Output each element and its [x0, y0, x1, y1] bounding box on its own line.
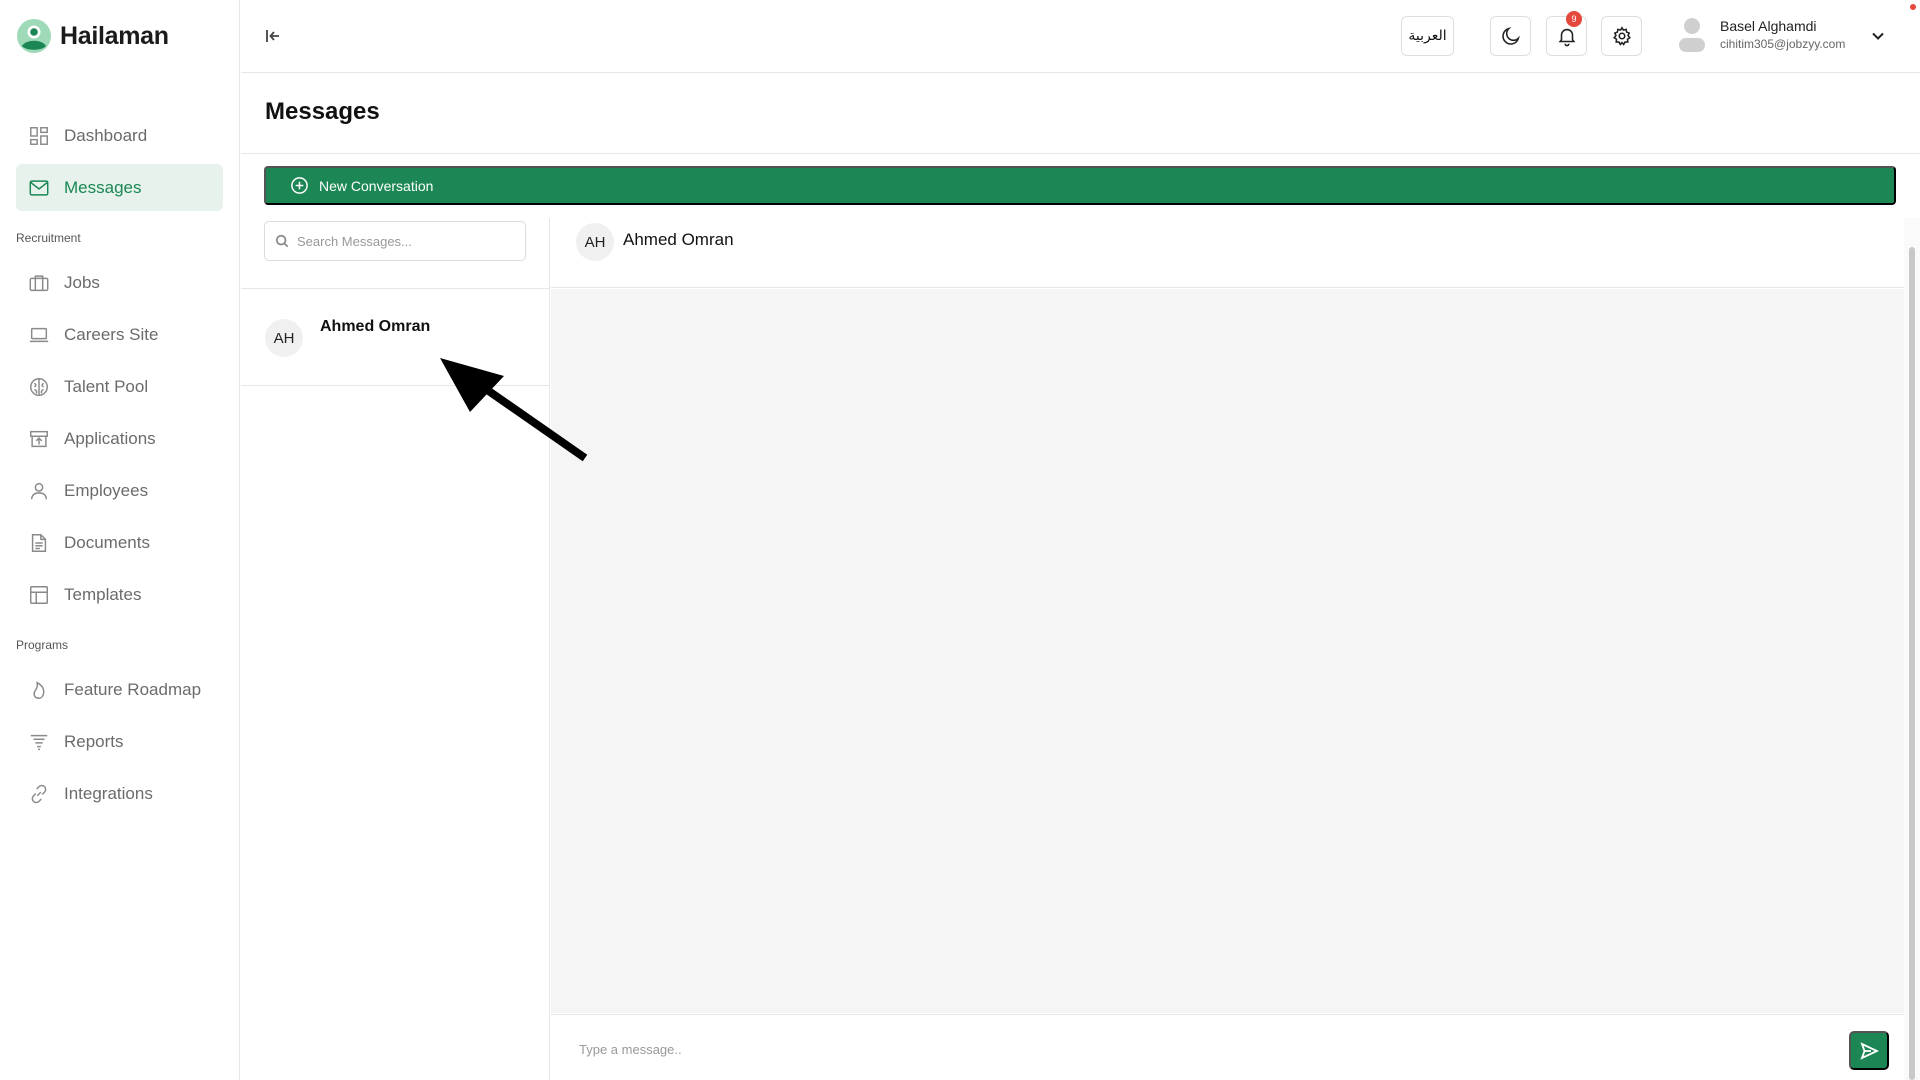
dashboard-icon [30, 126, 48, 145]
scrollbar-thumb[interactable] [1909, 247, 1915, 1080]
bell-icon [1558, 28, 1575, 47]
inbox-upload-icon [30, 430, 48, 447]
sidebar-item-label: Messages [64, 177, 142, 197]
sidebar-nav: Dashboard Messages Recruitment Jobs Care… [16, 112, 223, 822]
sidebar-item-documents[interactable]: Documents [16, 519, 223, 566]
avatar: AH [265, 319, 303, 357]
chevron-down-icon [1872, 32, 1884, 40]
collapse-left-icon [266, 30, 279, 42]
theme-toggle-button[interactable] [1490, 16, 1531, 56]
sidebar-item-integrations[interactable]: Integrations [16, 770, 223, 817]
sidebar: Hailaman Dashboard Messages Recruitment … [0, 0, 240, 1080]
user-info: Basel Alghamdi cihitim305@jobzyy.com [1720, 18, 1845, 51]
status-dot [1910, 4, 1916, 10]
filter-icon [30, 734, 48, 750]
sidebar-item-label: Documents [64, 532, 150, 552]
document-icon [31, 533, 47, 552]
brand[interactable]: Hailaman [16, 18, 169, 54]
moon-icon [1501, 27, 1520, 45]
sidebar-item-dashboard[interactable]: Dashboard [16, 112, 223, 159]
chat-contact-name: Ahmed Omran [623, 230, 734, 249]
sidebar-item-employees[interactable]: Employees [16, 467, 223, 514]
mail-icon [29, 179, 49, 196]
notifications-button[interactable]: 9 [1546, 11, 1587, 56]
avatar: AH [576, 223, 614, 261]
plus-circle-icon [291, 177, 308, 194]
sidebar-item-label: Feature Roadmap [64, 679, 202, 699]
sidebar-item-feature-roadmap[interactable]: Feature Roadmap [16, 666, 223, 713]
avatar-icon [1679, 18, 1705, 52]
message-input[interactable] [579, 1037, 1779, 1061]
sidebar-item-templates[interactable]: Templates [16, 571, 223, 618]
sidebar-item-jobs[interactable]: Jobs [16, 259, 223, 306]
search-icon [275, 234, 289, 248]
section-label-recruitment: Recruitment [16, 231, 81, 245]
gear-icon [1612, 26, 1631, 46]
conversation-list: AH Ahmed Omran [241, 218, 550, 1080]
sidebar-item-careers-site[interactable]: Careers Site [16, 311, 223, 358]
layout-icon [30, 585, 48, 604]
sidebar-item-reports[interactable]: Reports [16, 718, 223, 765]
settings-button[interactable] [1601, 16, 1642, 56]
sidebar-item-label: Jobs [64, 272, 100, 292]
sidebar-item-label: Dashboard [64, 125, 148, 145]
sidebar-item-label: Careers Site [64, 324, 159, 344]
brand-name: Hailaman [60, 21, 169, 50]
new-conversation-button[interactable]: New Conversation [264, 166, 1896, 205]
section-label-programs: Programs [16, 638, 69, 652]
message-composer [551, 1014, 1904, 1080]
message-thread[interactable] [551, 289, 1904, 1013]
sidebar-item-talent-pool[interactable]: Talent Pool [16, 363, 223, 410]
conversation-name: Ahmed Omran [320, 318, 431, 335]
page-header: Messages [241, 74, 1920, 154]
flame-icon [33, 680, 45, 699]
chat-header: AH Ahmed Omran [551, 218, 1904, 288]
link-icon [31, 784, 47, 803]
annotation-arrow-icon [440, 358, 588, 462]
user-name: Basel Alghamdi [1720, 17, 1817, 34]
briefcase-icon [29, 274, 49, 291]
sidebar-item-label: Talent Pool [64, 376, 149, 396]
sidebar-item-label: Employees [64, 480, 149, 500]
sidebar-item-label: Templates [64, 584, 142, 604]
topbar: العربية 9 Basel Alghamdi cihitim305@jobz… [241, 0, 1920, 73]
page-title: Messages [265, 98, 380, 125]
send-icon [1860, 1041, 1879, 1060]
user-menu-toggle[interactable] [1868, 26, 1888, 46]
user-menu[interactable]: Basel Alghamdi cihitim305@jobzyy.com [1674, 14, 1845, 54]
notification-badge: 9 [1566, 11, 1582, 27]
sidebar-item-label: Integrations [64, 783, 153, 803]
chat-pane: AH Ahmed Omran [551, 218, 1904, 1080]
language-toggle-button[interactable]: العربية [1401, 16, 1454, 56]
brand-logo-icon [17, 19, 51, 53]
collapse-sidebar-button[interactable] [263, 26, 283, 46]
brain-icon [30, 377, 48, 396]
search-input[interactable] [297, 233, 517, 249]
sidebar-item-label: Reports [64, 731, 124, 751]
send-button[interactable] [1849, 1031, 1889, 1070]
sidebar-item-applications[interactable]: Applications [16, 415, 223, 462]
sidebar-item-label: Applications [64, 428, 156, 448]
user-icon [30, 482, 48, 499]
laptop-icon [29, 327, 49, 342]
new-conversation-label: New Conversation [319, 177, 434, 194]
user-email: cihitim305@jobzyy.com [1720, 36, 1846, 51]
search-field[interactable] [264, 221, 526, 261]
sidebar-item-messages[interactable]: Messages [16, 164, 223, 211]
